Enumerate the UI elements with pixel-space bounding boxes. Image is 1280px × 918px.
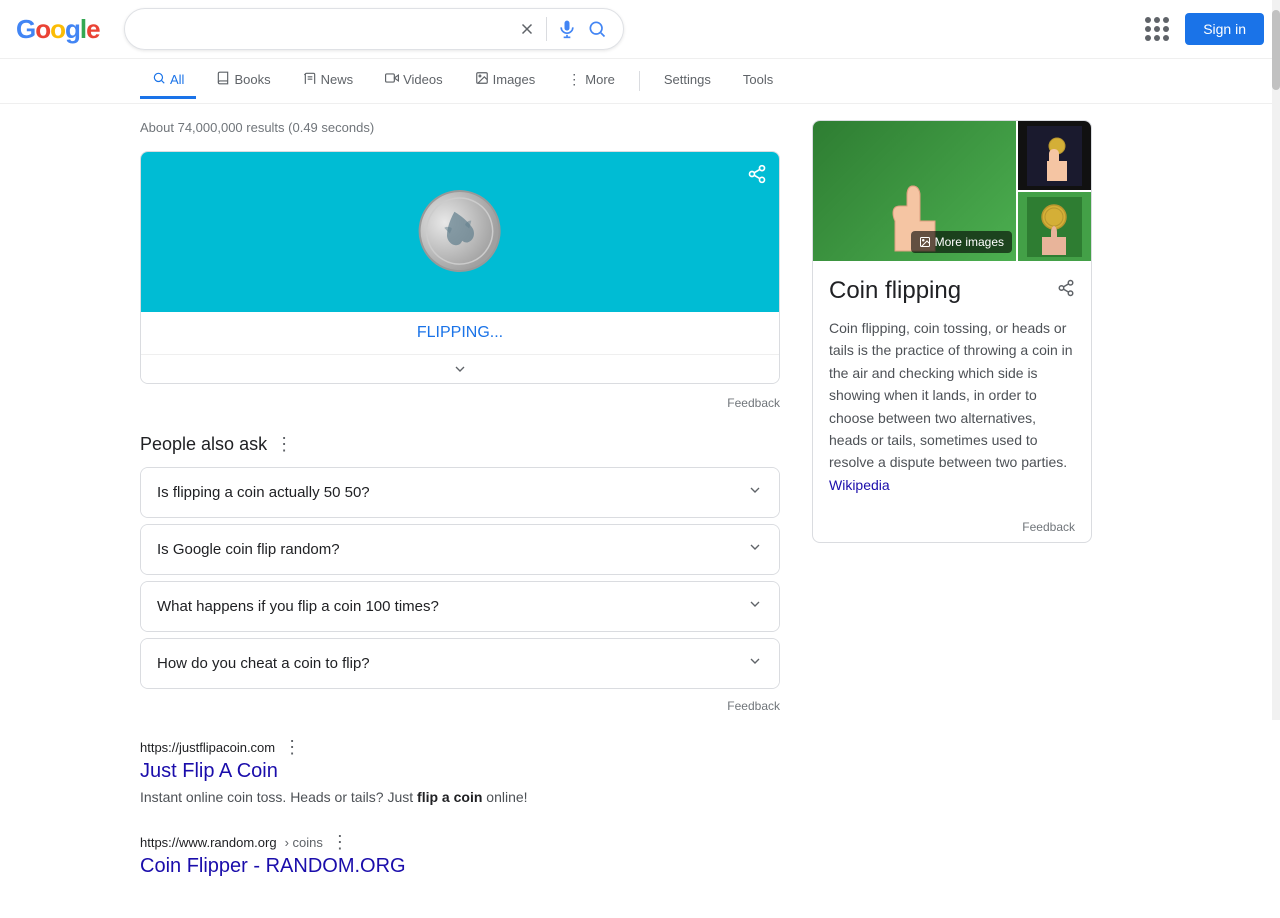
chevron-down-icon-2 xyxy=(747,539,763,560)
main-content: About 74,000,000 results (0.49 seconds) xyxy=(0,104,1280,918)
search-result-1: https://justflipacoin.com ⋮ Just Flip A … xyxy=(140,737,780,808)
results-info: About 74,000,000 results (0.49 seconds) xyxy=(140,120,780,135)
result-2-title[interactable]: Coin Flipper - RANDOM.ORG xyxy=(140,855,780,878)
result-1-title[interactable]: Just Flip A Coin xyxy=(140,760,780,783)
nav-bar: All Books News Videos Images ⋮ More Sett… xyxy=(0,59,1280,104)
nav-all-label: All xyxy=(170,72,184,87)
left-column: About 74,000,000 results (0.49 seconds) xyxy=(140,120,780,902)
result-2-more-button[interactable]: ⋮ xyxy=(331,832,349,853)
search-result-2: https://www.random.org › coins ⋮ Coin Fl… xyxy=(140,832,780,878)
nav-books-label: Books xyxy=(234,72,270,87)
paa-header: People also ask ⋮ xyxy=(140,434,780,455)
nav-news-label: News xyxy=(321,72,354,87)
paa-question-3-text: What happens if you flip a coin 100 time… xyxy=(157,598,439,615)
paa-item-1: Is flipping a coin actually 50 50? xyxy=(140,467,780,518)
sign-in-button[interactable]: Sign in xyxy=(1185,13,1264,45)
google-logo[interactable]: Google xyxy=(16,14,100,45)
paa-item-4: How do you cheat a coin to flip? xyxy=(140,638,780,689)
more-images-button[interactable]: More images xyxy=(911,231,1012,253)
nav-settings-label: Settings xyxy=(664,72,711,87)
paa-item-3: What happens if you flip a coin 100 time… xyxy=(140,581,780,632)
nav-divider xyxy=(639,71,640,91)
knowledge-panel: More images xyxy=(812,120,1092,543)
kp-side-images xyxy=(1016,121,1091,261)
images-nav-icon xyxy=(475,71,489,88)
scrollbar[interactable] xyxy=(1272,0,1280,720)
paa-question-4[interactable]: How do you cheat a coin to flip? xyxy=(141,639,779,688)
chevron-down-icon-3 xyxy=(747,596,763,617)
voice-search-button[interactable] xyxy=(557,19,577,39)
paa-question-3[interactable]: What happens if you flip a coin 100 time… xyxy=(141,582,779,631)
people-also-ask-section: People also ask ⋮ Is flipping a coin act… xyxy=(140,434,780,721)
result-1-domain: https://justflipacoin.com xyxy=(140,740,275,755)
nav-item-images[interactable]: Images xyxy=(463,63,548,99)
coin-widget-feedback[interactable]: Feedback xyxy=(140,392,780,418)
paa-question-2[interactable]: Is Google coin flip random? xyxy=(141,525,779,574)
kp-title-row: Coin flipping xyxy=(829,277,1075,305)
search-box: flip a coin xyxy=(124,8,624,50)
paa-feedback[interactable]: Feedback xyxy=(140,695,780,721)
search-nav-icon xyxy=(152,71,166,88)
kp-description: Coin flipping, coin tossing, or heads or… xyxy=(829,317,1075,496)
paa-question-1-text: Is flipping a coin actually 50 50? xyxy=(157,484,370,501)
kp-images-row: More images xyxy=(813,121,1091,261)
nav-videos-label: Videos xyxy=(403,72,443,87)
paa-question-2-text: Is Google coin flip random? xyxy=(157,541,340,558)
header: Google flip a coin Sign in xyxy=(0,0,1280,59)
kp-main-image[interactable]: More images xyxy=(813,121,1016,261)
nav-more-label: More xyxy=(585,72,615,87)
result-2-domain: https://www.random.org xyxy=(140,835,277,850)
kp-wikipedia-link[interactable]: Wikipedia xyxy=(829,477,890,493)
expand-button[interactable] xyxy=(141,354,779,383)
books-nav-icon xyxy=(216,71,230,88)
result-2-url-row: https://www.random.org › coins ⋮ xyxy=(140,832,780,853)
kp-content: Coin flipping Coin flipping, coin tossin… xyxy=(813,261,1091,512)
kp-title: Coin flipping xyxy=(829,277,961,305)
chevron-down-icon-4 xyxy=(747,653,763,674)
apps-button[interactable] xyxy=(1141,13,1173,45)
coin-illustration xyxy=(404,175,514,285)
result-1-snippet-bold: flip a coin xyxy=(417,789,482,805)
more-images-label: More images xyxy=(935,235,1004,249)
paa-heading: People also ask xyxy=(140,434,267,455)
nav-images-label: Images xyxy=(493,72,536,87)
result-2-path: › coins xyxy=(285,835,323,850)
result-1-more-button[interactable]: ⋮ xyxy=(283,737,301,758)
kp-thumb-2[interactable] xyxy=(1016,190,1091,261)
kp-feedback[interactable]: Feedback xyxy=(813,512,1091,542)
nav-item-news[interactable]: News xyxy=(291,63,366,99)
videos-nav-icon xyxy=(385,71,399,88)
nav-item-more[interactable]: ⋮ More xyxy=(555,63,627,99)
nav-settings[interactable]: Settings xyxy=(652,64,723,98)
coin-flip-widget: FLIPPING... xyxy=(140,151,780,384)
nav-tools-label: Tools xyxy=(743,72,773,87)
nav-item-videos[interactable]: Videos xyxy=(373,63,455,99)
search-button[interactable] xyxy=(587,19,607,39)
result-1-url-row: https://justflipacoin.com ⋮ xyxy=(140,737,780,758)
search-input[interactable]: flip a coin xyxy=(141,20,510,38)
paa-question-4-text: How do you cheat a coin to flip? xyxy=(157,655,370,672)
header-right: Sign in xyxy=(1141,13,1264,45)
share-button[interactable] xyxy=(747,164,767,189)
right-column: More images xyxy=(812,120,1092,902)
flipping-status: FLIPPING... xyxy=(141,312,779,354)
scrollbar-thumb[interactable] xyxy=(1272,10,1280,90)
nav-tools[interactable]: Tools xyxy=(731,64,785,98)
nav-item-all[interactable]: All xyxy=(140,63,196,99)
kp-thumb-1[interactable] xyxy=(1016,121,1091,190)
nav-item-books[interactable]: Books xyxy=(204,63,282,99)
more-nav-icon: ⋮ xyxy=(567,71,581,88)
coin-display-area xyxy=(141,152,779,312)
paa-question-1[interactable]: Is flipping a coin actually 50 50? xyxy=(141,468,779,517)
clear-search-button[interactable] xyxy=(518,20,536,38)
result-1-snippet: Instant online coin toss. Heads or tails… xyxy=(140,787,780,808)
paa-item-2: Is Google coin flip random? xyxy=(140,524,780,575)
chevron-down-icon-1 xyxy=(747,482,763,503)
kp-share-button[interactable] xyxy=(1057,279,1075,303)
paa-options-button[interactable]: ⋮ xyxy=(275,434,293,455)
news-nav-icon xyxy=(303,71,317,88)
